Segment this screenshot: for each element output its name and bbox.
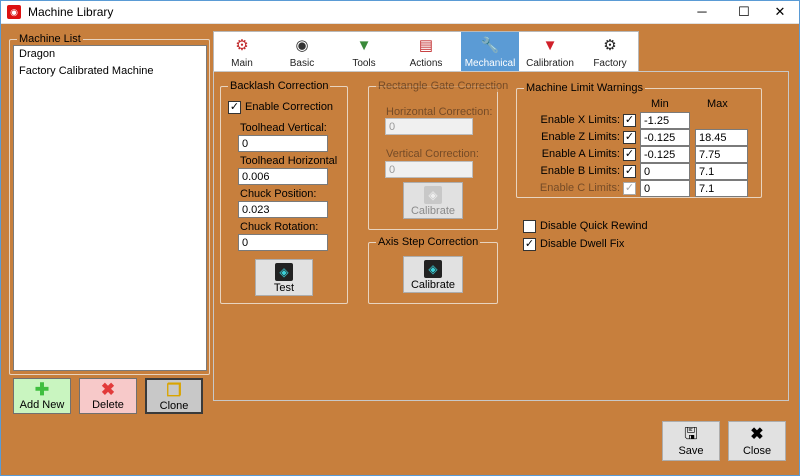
limit-x-label: Enable X Limits: — [540, 114, 620, 126]
test-button[interactable]: ◈ Test — [255, 259, 313, 296]
limit-x-min-input[interactable] — [640, 112, 690, 129]
target-icon: ◈ — [275, 263, 293, 281]
list-item[interactable]: Dragon — [14, 46, 206, 63]
toolhead-vertical-label: Toolhead Vertical: — [240, 122, 327, 134]
disable-dwell-fix-checkbox[interactable]: ✓ — [523, 238, 536, 251]
x-icon: ✖ — [100, 380, 116, 399]
limit-b-max-input[interactable] — [695, 163, 748, 180]
horizontal-correction-input — [385, 118, 473, 135]
limit-x-checkbox[interactable]: ✓ — [623, 114, 636, 127]
disable-quick-rewind-checkbox[interactable] — [523, 220, 536, 233]
enable-correction-checkbox[interactable]: ✓ — [228, 101, 241, 114]
mechanical-panel: Backlash Correction ✓ Enable Correction … — [213, 71, 789, 401]
disable-quick-rewind-label: Disable Quick Rewind — [540, 220, 648, 232]
limit-c-max-input[interactable] — [695, 180, 748, 197]
limit-z-label: Enable Z Limits: — [541, 131, 620, 143]
target-icon: ◈ — [424, 260, 442, 278]
title-bar: ◉ Machine Library ─ ☐ ✕ — [1, 1, 799, 24]
limit-a-max-input[interactable] — [695, 146, 748, 163]
enable-correction-label: Enable Correction — [245, 101, 334, 113]
actions-icon: ▤ — [418, 37, 434, 54]
vertical-correction-input — [385, 161, 473, 178]
floppy-disk-icon: 🖫 — [684, 426, 698, 443]
vertical-correction-label: Vertical Correction: — [386, 148, 479, 160]
axis-calibrate-button[interactable]: ◈ Calibrate — [403, 256, 463, 293]
tools-icon: ▼ — [356, 37, 372, 54]
limit-b-min-input[interactable] — [640, 163, 690, 180]
limit-b-label: Enable B Limits: — [540, 165, 620, 177]
close-window-icon[interactable]: ✕ — [763, 1, 797, 24]
tab-main[interactable]: ⚙ Main — [214, 32, 270, 72]
toolhead-vertical-input[interactable] — [238, 135, 328, 152]
horizontal-correction-label: Horizontal Correction: — [386, 106, 493, 118]
chuck-rotation-input[interactable] — [238, 234, 328, 251]
machine-list-legend: Machine List — [17, 33, 83, 45]
rectangle-gate-legend: Rectangle Gate Correction — [376, 80, 511, 92]
limit-c-checkbox: ✓ — [623, 182, 636, 195]
tab-actions[interactable]: ▤ Actions — [398, 32, 454, 72]
limit-a-label: Enable A Limits: — [541, 148, 620, 160]
tab-basic[interactable]: ◉ Basic — [274, 32, 330, 72]
close-button[interactable]: ✖ Close — [728, 421, 786, 461]
disable-dwell-fix-label: Disable Dwell Fix — [540, 238, 625, 250]
chuck-rotation-label: Chuck Rotation: — [240, 221, 319, 233]
limit-z-checkbox[interactable]: ✓ — [623, 131, 636, 144]
tab-tools[interactable]: ▼ Tools — [336, 32, 392, 72]
limit-a-min-input[interactable] — [640, 146, 690, 163]
close-icon: ✖ — [750, 426, 764, 443]
backlash-legend: Backlash Correction — [228, 80, 331, 92]
axis-step-legend: Axis Step Correction — [376, 236, 481, 248]
limit-z-max-input[interactable] — [695, 129, 748, 146]
wrench-icon: 🔧 — [480, 37, 500, 54]
chuck-position-input[interactable] — [238, 201, 328, 218]
machine-list[interactable]: Dragon Factory Calibrated Machine — [13, 45, 207, 371]
app-logo-icon: ◉ — [7, 5, 21, 19]
max-header: Max — [707, 98, 728, 110]
tab-calibration[interactable]: ▼ Calibration — [522, 32, 578, 72]
copy-icon: ❐ — [166, 381, 182, 400]
minimize-icon[interactable]: ─ — [685, 1, 719, 24]
limit-c-label: Enable C Limits: — [539, 182, 620, 194]
delete-button[interactable]: ✖ Delete — [79, 378, 137, 414]
clone-button[interactable]: ❐ Clone — [145, 378, 203, 414]
machine-limit-legend: Machine Limit Warnings — [524, 82, 645, 94]
tab-mechanical[interactable]: 🔧 Mechanical — [461, 32, 519, 72]
dial-icon: ◉ — [295, 37, 309, 54]
gate-calibrate-button: ◈ Calibrate — [403, 182, 463, 219]
limit-z-min-input[interactable] — [640, 129, 690, 146]
toolhead-horizontal-input[interactable] — [238, 168, 328, 185]
limit-b-checkbox[interactable]: ✓ — [623, 165, 636, 178]
limit-c-min-input[interactable] — [640, 180, 690, 197]
chuck-position-label: Chuck Position: — [240, 188, 317, 200]
toolhead-horizontal-label: Toolhead Horizontal — [240, 155, 338, 167]
window-title: Machine Library — [28, 5, 114, 19]
save-button[interactable]: 🖫 Save — [662, 421, 720, 461]
gear-icon: ⚙ — [235, 37, 249, 54]
tab-bar: ⚙ Main ◉ Basic ▼ Tools ▤ Actions 🔧 Mecha… — [213, 31, 639, 72]
factory-gear-icon: ⚙ — [603, 37, 617, 54]
machine-library-window: ◉ Machine Library ─ ☐ ✕ Machine List Dra… — [0, 0, 800, 476]
add-new-button[interactable]: ✚ Add New — [13, 378, 71, 414]
calibration-icon: ▼ — [542, 37, 558, 54]
min-header: Min — [651, 98, 669, 110]
list-item[interactable]: Factory Calibrated Machine — [14, 63, 206, 80]
plus-icon: ✚ — [34, 380, 50, 399]
limit-a-checkbox[interactable]: ✓ — [623, 148, 636, 161]
tab-factory[interactable]: ⚙ Factory — [582, 32, 638, 72]
target-icon: ◈ — [424, 186, 442, 204]
maximize-icon[interactable]: ☐ — [727, 1, 761, 24]
